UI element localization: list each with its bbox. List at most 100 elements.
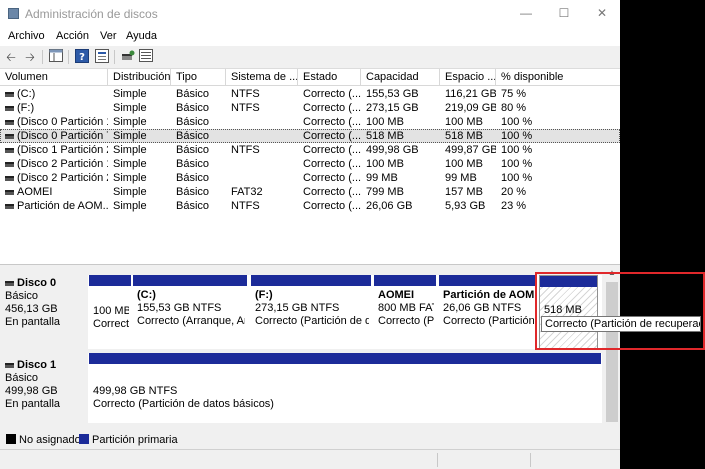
toolbar-separator (114, 50, 115, 64)
partition-status: Correcto (Pa (378, 315, 434, 327)
table-row[interactable]: (Disco 0 Partición 1) Simple Básico Corr… (0, 115, 620, 129)
column-header-volumen[interactable]: Volumen (0, 69, 108, 86)
list-view-icon[interactable] (138, 49, 154, 65)
legend-primary-swatch (79, 434, 89, 444)
cell-volumen: (Disco 2 Partición 1) (0, 157, 108, 171)
cell-tipo: Básico (176, 144, 210, 156)
cell-disponible: 80 % (501, 102, 527, 114)
cell-sistema: NTFS (231, 144, 260, 156)
toolbar-separator (68, 50, 69, 64)
cell-espacio: 219,09 GB (445, 102, 496, 114)
cell-espacio: 157 MB (445, 186, 483, 198)
volume-icon (5, 175, 14, 181)
column-header-estado[interactable]: Estado (298, 69, 361, 86)
console-tree-icon[interactable] (48, 49, 64, 65)
cell-capacidad: 26,06 GB (366, 200, 413, 212)
cell-distribucion: Simple (113, 186, 147, 198)
maximize-icon[interactable]: ☐ (556, 5, 572, 21)
column-header-espacio[interactable]: Espacio ... (440, 69, 496, 86)
forward-arrow-icon[interactable]: 🡢 (22, 49, 38, 65)
partition-title: (C:) (137, 289, 156, 301)
column-header-disponible[interactable]: % disponible (496, 69, 620, 86)
table-row[interactable]: Partición de AOM... Simple Básico NTFS C… (0, 199, 620, 213)
disk-0-partition-f[interactable]: (F:) 273,15 GB NTFS Correcto (Partición … (251, 275, 371, 349)
minimize-icon[interactable]: — (518, 5, 534, 21)
column-header-sistema[interactable]: Sistema de ... (226, 69, 298, 86)
close-icon[interactable]: ✕ (594, 5, 610, 21)
partition-size: 100 MB (93, 305, 129, 317)
cell-tipo: Básico (176, 102, 210, 114)
volume-icon (5, 91, 14, 97)
cell-capacidad: 518 MB (366, 130, 404, 142)
cell-distribucion: Simple (113, 158, 147, 170)
table-row[interactable]: (Disco 2 Partición 2) Simple Básico Corr… (0, 171, 620, 185)
window-title: Administración de discos (25, 7, 158, 21)
properties-icon[interactable] (94, 49, 110, 65)
partition-header-strip (133, 275, 247, 286)
disk-1-info[interactable]: Disco 1 Básico 499,98 GB En pantalla (5, 359, 85, 411)
rescan-icon[interactable] (120, 49, 136, 65)
partition-title: Partición de AOME (443, 289, 534, 301)
cell-estado: Correcto (... (303, 186, 361, 198)
cell-estado: Correcto (... (303, 172, 361, 184)
table-row[interactable]: (Disco 1 Partición 2) Simple Básico NTFS… (0, 143, 620, 157)
table-row[interactable]: (F:) Simple Básico NTFS Correcto (... 27… (0, 101, 620, 115)
disk-0-partition-aomei-ntfs[interactable]: Partición de AOME 26,06 GB NTFS Correcto… (439, 275, 536, 349)
cell-capacidad: 799 MB (366, 186, 404, 198)
disk-graphical-view: Disco 0 Básico 456,13 GB En pantalla 100… (0, 265, 620, 431)
menu-ver[interactable]: Ver (100, 30, 117, 42)
column-header-capacidad[interactable]: Capacidad (361, 69, 440, 86)
partition-status: Correcto (Partición de datos básicos) (93, 398, 274, 410)
cell-estado: Correcto (... (303, 130, 361, 142)
cell-sistema (226, 115, 298, 129)
column-header-tipo[interactable]: Tipo (171, 69, 226, 86)
partition-size: 800 MB FAT (378, 302, 434, 314)
table-row[interactable]: (C:) Simple Básico NTFS Correcto (... 15… (0, 87, 620, 101)
cell-tipo: Básico (176, 88, 210, 100)
volume-icon (5, 203, 14, 209)
cell-estado: Correcto (... (303, 144, 361, 156)
menu-ayuda[interactable]: Ayuda (126, 30, 157, 42)
disk-0-info[interactable]: Disco 0 Básico 456,13 GB En pantalla (5, 277, 85, 329)
cell-disponible: 100 % (501, 172, 533, 184)
status-separator (437, 453, 438, 467)
disk-0-partition-1[interactable]: 100 MB Correct (89, 275, 131, 349)
cell-espacio: 99 MB (445, 172, 477, 184)
cell-estado: Correcto (... (303, 88, 361, 100)
cell-distribucion: Simple (113, 88, 147, 100)
back-arrow-icon[interactable]: 🡠 (3, 49, 19, 65)
cell-espacio: 116,21 GB (445, 88, 496, 100)
disk-management-window: Administración de discos — ☐ ✕ Archivo A… (0, 0, 620, 469)
volume-icon (5, 133, 14, 139)
disk-1-partition-data[interactable]: 499,98 GB NTFS Correcto (Partición de da… (89, 353, 601, 423)
partition-status: Correcto (Partición (443, 315, 534, 327)
cell-estado: Correcto (... (303, 158, 361, 170)
cell-tipo: Básico (176, 130, 210, 142)
title-bar: Administración de discos — ☐ ✕ (0, 0, 620, 27)
cell-disponible: 100 % (501, 158, 533, 170)
cell-capacidad: 99 MB (366, 172, 398, 184)
disk-0-type: Básico (5, 290, 39, 302)
disk-0-partition-c[interactable]: (C:) 155,53 GB NTFS Correcto (Arranque, … (133, 275, 247, 349)
table-row[interactable]: AOMEI Simple Básico FAT32 Correcto (... … (0, 185, 620, 199)
disk-0-name: Disco 0 (17, 277, 57, 289)
disk-0-partition-aomei[interactable]: AOMEI 800 MB FAT Correcto (Pa (374, 275, 436, 349)
menu-accion[interactable]: Acción (56, 30, 89, 42)
toolbar-separator (42, 50, 43, 64)
partition-status: Correct (93, 318, 129, 330)
menu-archivo[interactable]: Archivo (8, 30, 45, 42)
table-row-selected[interactable]: (Disco 0 Partición 7) Simple Básico Corr… (0, 129, 620, 143)
disk-0-status: En pantalla (5, 316, 61, 328)
volume-icon (5, 119, 14, 125)
cell-tipo: Básico (176, 186, 210, 198)
cell-sistema: FAT32 (231, 186, 263, 198)
column-header-distribucion[interactable]: Distribución (108, 69, 171, 86)
cell-sistema: NTFS (231, 88, 260, 100)
cell-espacio: 100 MB (445, 158, 483, 170)
help-icon[interactable]: ? (74, 49, 90, 65)
cell-capacidad: 499,98 GB (366, 144, 419, 156)
disk-1-name: Disco 1 (17, 359, 57, 371)
cell-volumen: (Disco 0 Partición 1) (0, 115, 108, 129)
svg-text:?: ? (79, 52, 85, 63)
table-row[interactable]: (Disco 2 Partición 1) Simple Básico Corr… (0, 157, 620, 171)
